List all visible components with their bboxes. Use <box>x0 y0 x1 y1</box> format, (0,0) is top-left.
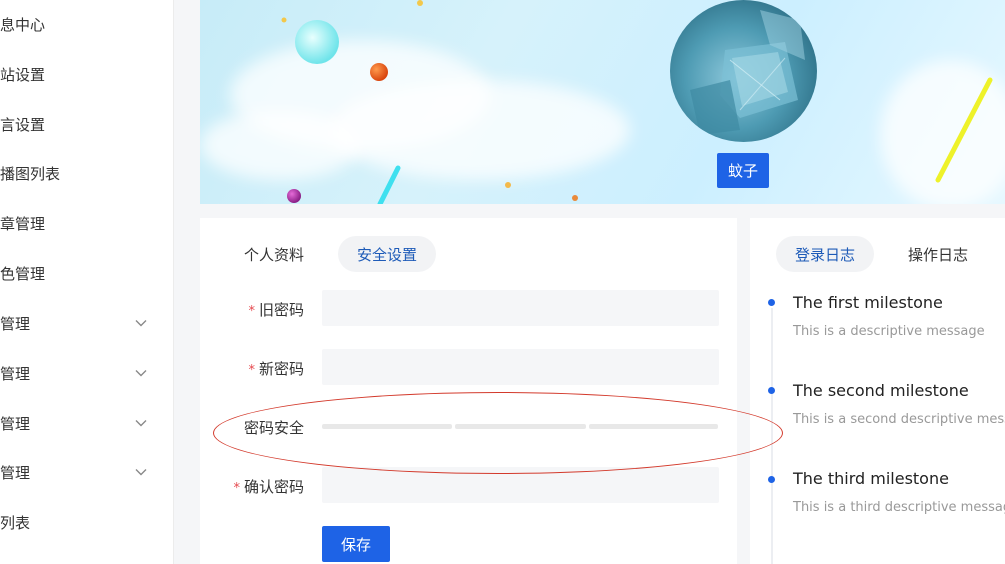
profile-banner: 蚊子 <box>200 0 1005 204</box>
save-button[interactable]: 保存 <box>322 526 390 562</box>
sidebar-item-list[interactable]: 列表 <box>0 507 174 537</box>
sidebar-item-message-center[interactable]: 消息中心 <box>0 9 174 39</box>
chevron-down-icon <box>135 320 147 327</box>
annotation-highlight-ellipse <box>213 392 783 474</box>
timeline-title: The third milestone <box>793 469 949 488</box>
old-password-field[interactable] <box>322 290 719 326</box>
bubble-purple-icon <box>287 189 301 203</box>
timeline-description: This is a second descriptive message <box>793 412 1005 427</box>
timeline-title: The second milestone <box>793 381 969 400</box>
sidebar-item-submenu-2[interactable]: 管理 <box>0 358 174 388</box>
sidebar-item-carousel-list[interactable]: 轮播图列表 <box>0 158 174 188</box>
security-settings-card: 个人资料 安全设置 * 旧密码 * 新密码 密码安全 * 确认密码 保存 <box>200 218 737 564</box>
chevron-down-icon <box>135 370 147 377</box>
timeline-description: This is a third descriptive message <box>793 500 1005 515</box>
ice-photo <box>690 10 805 135</box>
sidebar-item-label: 角色管理 <box>0 264 46 283</box>
chevron-down-icon <box>135 420 147 427</box>
timeline-dot <box>768 299 775 306</box>
sidebar-item-article-management[interactable]: 文章管理 <box>0 208 174 238</box>
avatar[interactable] <box>670 0 817 142</box>
sidebar-item-label: 语言设置 <box>0 115 46 134</box>
bubble-orange-icon <box>370 63 388 81</box>
required-mark: * <box>248 363 255 378</box>
sidebar-item-label: 消息中心 <box>0 15 46 34</box>
timeline-title: The first milestone <box>793 293 943 312</box>
new-password-label: * 新密码 <box>248 360 304 378</box>
timeline-description: This is a descriptive message <box>793 324 985 339</box>
banner-decorations <box>281 0 993 204</box>
new-password-field[interactable] <box>322 349 719 385</box>
sidebar-item-language-settings[interactable]: 语言设置 <box>0 109 174 139</box>
bubble-cyan-icon <box>295 20 339 64</box>
required-mark: * <box>248 304 255 319</box>
timeline-dot <box>768 387 775 394</box>
tab-security-settings[interactable]: 安全设置 <box>338 236 436 272</box>
sidebar-item-label: 管理 <box>0 314 31 333</box>
sidebar-item-site-settings[interactable]: 网站设置 <box>0 59 174 89</box>
tab-operation-log[interactable]: 操作日志 <box>890 236 986 272</box>
sidebar-item-label: 列表 <box>0 513 31 532</box>
sidebar-item-label: 管理 <box>0 364 31 383</box>
sidebar-item-label: 轮播图列表 <box>0 164 61 183</box>
chevron-down-icon <box>135 469 147 476</box>
sidebar-item-label: 管理 <box>0 414 31 433</box>
timeline-dot <box>768 476 775 483</box>
tab-personal-info[interactable]: 个人资料 <box>226 236 322 272</box>
sidebar-item-submenu-1[interactable]: 管理 <box>0 308 174 338</box>
required-mark: * <box>233 481 240 496</box>
sidebar: 消息中心 网站设置 语言设置 轮播图列表 文章管理 角色管理 管理 管理 管理 … <box>0 0 174 564</box>
sidebar-item-label: 管理 <box>0 463 31 482</box>
sidebar-item-role-management[interactable]: 角色管理 <box>0 258 174 288</box>
sidebar-item-submenu-3[interactable]: 管理 <box>0 408 174 438</box>
profile-name-button[interactable]: 蚊子 <box>717 153 769 188</box>
sidebar-item-submenu-4[interactable]: 管理 <box>0 457 174 487</box>
logs-card: 登录日志 操作日志 The first milestone This is a … <box>750 218 1005 564</box>
sidebar-item-label: 文章管理 <box>0 214 46 233</box>
old-password-label: * 旧密码 <box>248 301 304 319</box>
sidebar-item-label: 网站设置 <box>0 65 46 84</box>
tab-login-log[interactable]: 登录日志 <box>776 236 874 272</box>
confirm-password-label: * 确认密码 <box>233 478 304 496</box>
